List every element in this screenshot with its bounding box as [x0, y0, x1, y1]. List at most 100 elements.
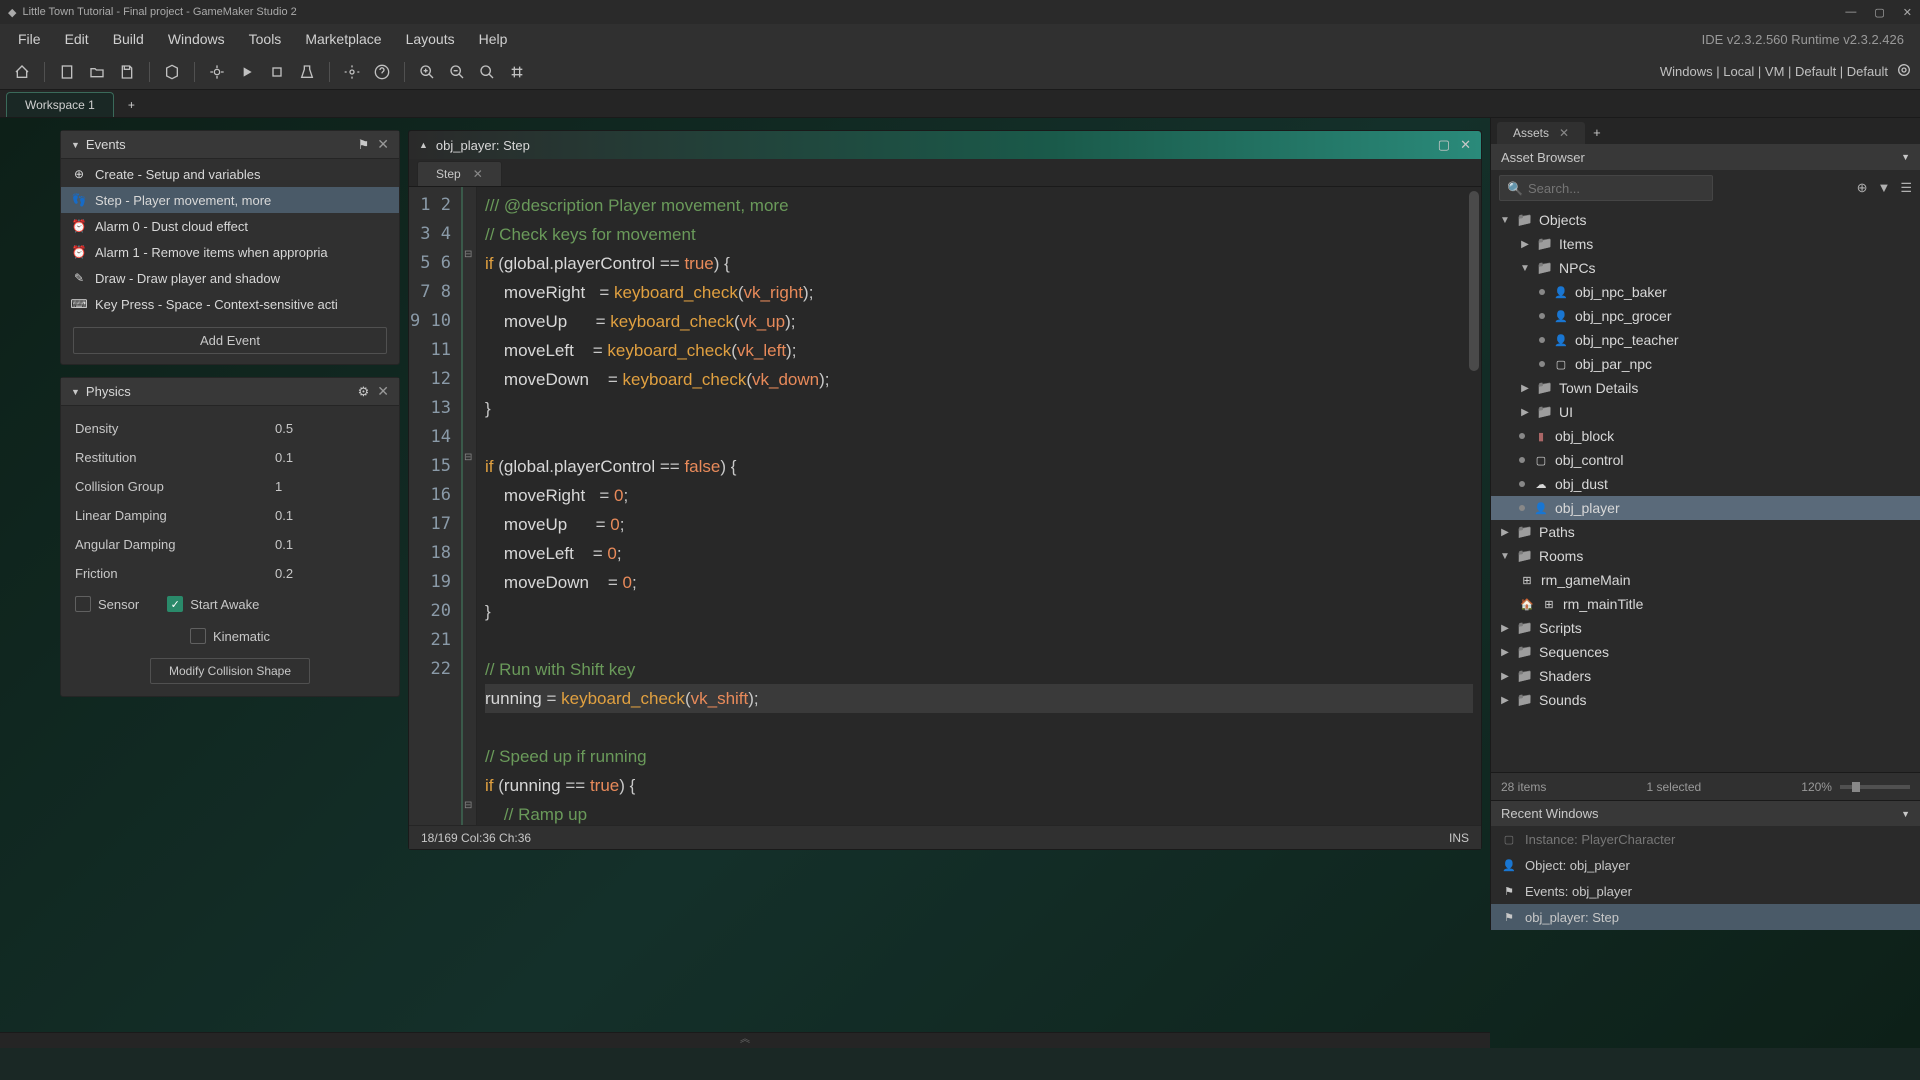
event-alarm1[interactable]: ⏰Alarm 1 - Remove items when appropria [61, 239, 399, 265]
stop-icon[interactable] [263, 58, 291, 86]
close-icon[interactable]: ✕ [1460, 137, 1471, 153]
clean-icon[interactable] [293, 58, 321, 86]
menu-marketplace[interactable]: Marketplace [295, 27, 391, 51]
menu-layouts[interactable]: Layouts [396, 27, 465, 51]
chevron-down-icon[interactable]: ▼ [71, 387, 80, 397]
tree-rooms[interactable]: ▼Rooms [1491, 544, 1920, 568]
event-step[interactable]: 👣Step - Player movement, more [61, 187, 399, 213]
tab-close-icon[interactable]: ✕ [1559, 126, 1569, 140]
tab-close-icon[interactable]: ✕ [473, 167, 483, 181]
zoom-slider[interactable] [1840, 785, 1910, 789]
menu-build[interactable]: Build [103, 27, 154, 51]
add-tab[interactable]: + [1585, 121, 1609, 144]
home-icon[interactable] [8, 58, 36, 86]
menu-icon[interactable]: ☰ [1900, 180, 1912, 196]
gear-icon[interactable]: ⚙ [358, 384, 370, 400]
tree-rm-gamemain[interactable]: ⊞rm_gameMain [1491, 568, 1920, 592]
recent-item[interactable]: ⚑Events: obj_player [1491, 878, 1920, 904]
target-icon[interactable] [1896, 62, 1912, 81]
recent-item[interactable]: ⚑obj_player: Step [1491, 904, 1920, 930]
tree-rm-maintitle[interactable]: 🏠⊞rm_mainTitle [1491, 592, 1920, 616]
angular-damping-value[interactable]: 0.1 [275, 537, 385, 552]
asset-tree[interactable]: ▼Objects ▶Items ▼NPCs 👤obj_npc_baker 👤ob… [1491, 206, 1920, 772]
chevron-down-icon[interactable]: ▼ [1901, 809, 1910, 819]
modify-collision-button[interactable]: Modify Collision Shape [150, 658, 310, 684]
tree-obj-block[interactable]: ▮obj_block [1491, 424, 1920, 448]
tree-par-npc[interactable]: ▢obj_par_npc [1491, 352, 1920, 376]
panel-close-icon[interactable]: ✕ [377, 383, 389, 400]
filter-icon[interactable]: ▼ [1877, 180, 1890, 196]
tree-npcs[interactable]: ▼NPCs [1491, 256, 1920, 280]
workspace-add-tab[interactable]: + [118, 93, 145, 117]
zoom-out-icon[interactable] [443, 58, 471, 86]
tree-town-details[interactable]: ▶Town Details [1491, 376, 1920, 400]
event-alarm0[interactable]: ⏰Alarm 0 - Dust cloud effect [61, 213, 399, 239]
code-tab-step[interactable]: Step✕ [417, 161, 502, 186]
code-text[interactable]: /// @description Player movement, more//… [477, 187, 1481, 825]
event-create[interactable]: ⊕Create - Setup and variables [61, 161, 399, 187]
event-draw[interactable]: ✎Draw - Draw player and shadow [61, 265, 399, 291]
recent-item[interactable]: 👤Object: obj_player [1491, 852, 1920, 878]
open-icon[interactable] [83, 58, 111, 86]
play-icon[interactable] [233, 58, 261, 86]
tree-npc-grocer[interactable]: 👤obj_npc_grocer [1491, 304, 1920, 328]
panel-close-icon[interactable]: ✕ [377, 136, 389, 153]
tree-sounds[interactable]: ▶Sounds [1491, 688, 1920, 712]
tree-shaders[interactable]: ▶Shaders [1491, 664, 1920, 688]
search-input[interactable] [1499, 175, 1713, 201]
tree-npc-baker[interactable]: 👤obj_npc_baker [1491, 280, 1920, 304]
collision-group-value[interactable]: 1 [275, 479, 385, 494]
kinematic-checkbox[interactable]: Kinematic [190, 628, 270, 644]
menu-edit[interactable]: Edit [55, 27, 99, 51]
friction-value[interactable]: 0.2 [275, 566, 385, 581]
tree-sequences[interactable]: ▶Sequences [1491, 640, 1920, 664]
fold-gutter[interactable]: ⊟ ⊟ ⊟ [463, 187, 477, 825]
maximize-icon[interactable]: ▢ [1874, 6, 1884, 19]
debug-icon[interactable] [203, 58, 231, 86]
chevron-down-icon[interactable]: ▼ [1901, 152, 1910, 162]
add-event-button[interactable]: Add Event [73, 327, 387, 354]
tree-obj-control[interactable]: ▢obj_control [1491, 448, 1920, 472]
tree-items[interactable]: ▶Items [1491, 232, 1920, 256]
density-value[interactable]: 0.5 [275, 421, 385, 436]
tree-objects[interactable]: ▼Objects [1491, 208, 1920, 232]
start-awake-checkbox[interactable]: Start Awake [167, 596, 259, 612]
menu-file[interactable]: File [8, 27, 51, 51]
menu-tools[interactable]: Tools [239, 27, 292, 51]
assets-tab[interactable]: Assets✕ [1497, 122, 1585, 144]
recent-item[interactable]: ▢Instance: PlayerCharacter [1491, 826, 1920, 852]
tree-scripts[interactable]: ▶Scripts [1491, 616, 1920, 640]
restore-icon[interactable]: ▢ [1438, 137, 1450, 153]
chevron-down-icon[interactable]: ▲ [419, 140, 428, 150]
scrollbar[interactable] [1469, 191, 1479, 371]
tree-paths[interactable]: ▶Paths [1491, 520, 1920, 544]
folder-icon [1537, 236, 1553, 252]
help-icon[interactable] [368, 58, 396, 86]
menu-windows[interactable]: Windows [158, 27, 235, 51]
minimize-icon[interactable]: — [1845, 6, 1856, 19]
workspace-tab-1[interactable]: Workspace 1 [6, 92, 114, 117]
close-icon[interactable]: ✕ [1903, 6, 1912, 19]
target-config[interactable]: Windows | Local | VM | Default | Default [1660, 64, 1888, 79]
tree-obj-player[interactable]: 👤obj_player [1491, 496, 1920, 520]
tree-obj-dust[interactable]: ☁obj_dust [1491, 472, 1920, 496]
restitution-value[interactable]: 0.1 [275, 450, 385, 465]
settings-icon[interactable] [338, 58, 366, 86]
package-icon[interactable] [158, 58, 186, 86]
zoom-in-icon[interactable] [413, 58, 441, 86]
chevron-down-icon[interactable]: ▼ [71, 140, 80, 150]
tree-npc-teacher[interactable]: 👤obj_npc_teacher [1491, 328, 1920, 352]
event-keypress[interactable]: ⌨Key Press - Space - Context-sensitive a… [61, 291, 399, 317]
menu-help[interactable]: Help [469, 27, 518, 51]
collapse-icon[interactable] [503, 58, 531, 86]
bottom-drag-handle[interactable]: ︽ [0, 1032, 1490, 1048]
sensor-checkbox[interactable]: Sensor [75, 596, 139, 612]
line-gutter: 1 2 3 4 5 6 7 8 9 10 11 12 13 14 15 16 1… [409, 187, 463, 825]
linear-damping-value[interactable]: 0.1 [275, 508, 385, 523]
tree-ui[interactable]: ▶UI [1491, 400, 1920, 424]
new-icon[interactable] [53, 58, 81, 86]
zoom-reset-icon[interactable] [473, 58, 501, 86]
save-icon[interactable] [113, 58, 141, 86]
add-asset-icon[interactable]: ⊕ [1857, 180, 1868, 196]
flag-icon[interactable]: ⚑ [358, 137, 370, 153]
